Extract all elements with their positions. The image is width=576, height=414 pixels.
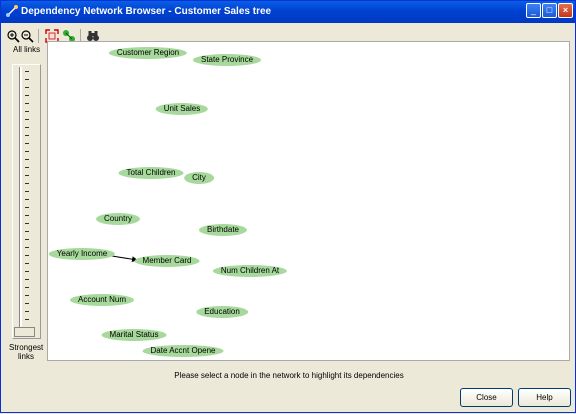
slider-thumb[interactable]: [14, 327, 35, 337]
slider-tick: [25, 231, 29, 232]
slider-tick: [25, 183, 29, 184]
slider-top-label: All links: [13, 45, 41, 54]
window-close-button[interactable]: ×: [558, 3, 573, 18]
node-birthdate[interactable]: Birthdate: [198, 224, 248, 236]
node-unit-sales[interactable]: Unit Sales: [155, 103, 209, 115]
slider-tick: [25, 255, 29, 256]
slider-tick: [25, 247, 29, 248]
slider-tick: [25, 175, 29, 176]
network-canvas[interactable]: [47, 41, 570, 361]
help-button[interactable]: Help: [518, 388, 571, 407]
title-bar[interactable]: Dependency Network Browser - Customer Sa…: [1, 1, 575, 23]
node-total-children[interactable]: Total Children: [118, 167, 184, 179]
slider-bottom-label: Strongest links: [9, 343, 44, 361]
slider-tick: [25, 295, 29, 296]
slider-tick: [25, 119, 29, 120]
slider-tick: [25, 151, 29, 152]
node-marital-status[interactable]: Marital Status: [101, 329, 167, 341]
slider-tick: [25, 311, 29, 312]
slider-tick: [25, 111, 29, 112]
node-customer-region[interactable]: Customer Region: [108, 47, 188, 59]
node-state-province[interactable]: State Province: [192, 54, 262, 66]
slider-tick: [25, 199, 29, 200]
node-education[interactable]: Education: [196, 306, 248, 318]
slider-tick: [25, 279, 29, 280]
slider-tick: [25, 135, 29, 136]
slider-tick: [25, 319, 29, 320]
slider-tick: [25, 103, 29, 104]
slider-tick: [25, 223, 29, 224]
maximize-button[interactable]: □: [542, 3, 557, 18]
slider-tick: [25, 167, 29, 168]
window-title: Dependency Network Browser - Customer Sa…: [21, 6, 272, 17]
slider-tick: [25, 71, 29, 72]
slider-tick: [25, 303, 29, 304]
slider-tick: [25, 79, 29, 80]
network-app-icon: [6, 5, 18, 17]
slider-groove: [19, 67, 22, 337]
slider-tick: [25, 191, 29, 192]
slider-tick: [25, 207, 29, 208]
slider-tick: [25, 127, 29, 128]
slider-tick: [25, 239, 29, 240]
toolbar-separator: [38, 29, 39, 43]
slider-tick: [25, 215, 29, 216]
node-city[interactable]: City: [184, 172, 214, 184]
minimize-button[interactable]: _: [526, 3, 541, 18]
close-button[interactable]: Close: [460, 388, 513, 407]
slider-tick: [25, 87, 29, 88]
node-date-accnt-opene[interactable]: Date Accnt Opene: [142, 345, 224, 357]
slider-tick: [25, 287, 29, 288]
zoom-in-icon[interactable]: [6, 29, 20, 43]
slider-tick: [25, 271, 29, 272]
slider-tick: [25, 263, 29, 264]
dependency-network-window: Dependency Network Browser - Customer Sa…: [0, 0, 576, 413]
link-strength-slider[interactable]: [12, 64, 41, 339]
zoom-out-icon[interactable]: [20, 29, 34, 43]
slider-tick: [25, 95, 29, 96]
status-text: Please select a node in the network to h…: [174, 371, 404, 380]
node-account-num[interactable]: Account Num: [69, 294, 135, 306]
slider-tick: [25, 159, 29, 160]
node-country[interactable]: Country: [95, 213, 141, 225]
slider-tick: [25, 143, 29, 144]
node-member-card[interactable]: Member Card: [134, 255, 200, 267]
node-yearly-income[interactable]: Yearly Income: [48, 248, 116, 260]
node-num-children-at[interactable]: Num Children At: [212, 265, 288, 277]
